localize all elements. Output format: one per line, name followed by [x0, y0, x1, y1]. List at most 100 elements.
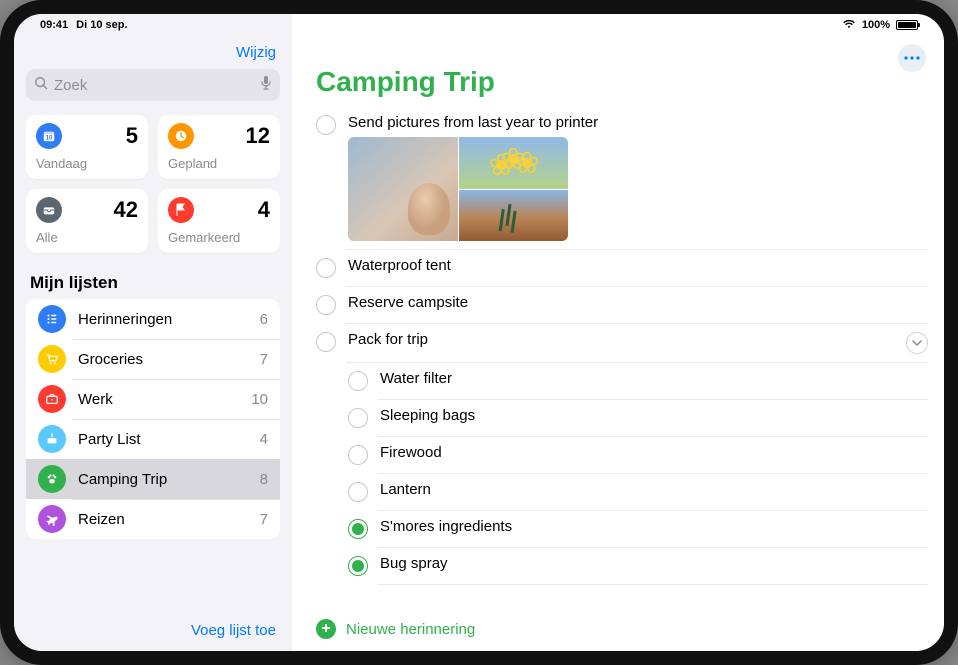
battery-icon [896, 20, 918, 30]
card-count: 4 [258, 197, 270, 223]
card-label: Vandaag [36, 156, 138, 171]
reminder-checkbox[interactable] [316, 115, 336, 135]
my-lists-header: Mijn lijsten [14, 267, 292, 299]
reminder-title: Bug spray [380, 555, 928, 572]
wifi-icon [842, 19, 856, 32]
list-count: 7 [260, 511, 268, 528]
user-lists: Herinneringen 6 Groceries 7 Werk 10 Part… [26, 299, 280, 539]
reminder-title: Send pictures from last year to printer [348, 114, 928, 131]
reminder-item[interactable]: Send pictures from last year to printer [292, 106, 944, 249]
reminder-title: Firewood [380, 444, 928, 461]
calendar-icon: 10 [36, 123, 62, 149]
list-row-camping[interactable]: Camping Trip 8 [26, 459, 280, 499]
list-count: 8 [260, 471, 268, 488]
list-icon [38, 305, 66, 333]
reminder-title: Lantern [380, 481, 928, 498]
list-name: Party List [78, 431, 248, 448]
reminder-checkbox[interactable] [348, 371, 368, 391]
attachment-image[interactable] [348, 137, 458, 241]
battery-percent: 100% [862, 19, 890, 31]
add-list-button[interactable]: Voeg lijst toe [191, 622, 276, 639]
card-label: Alle [36, 230, 138, 245]
reminder-checkbox[interactable] [316, 295, 336, 315]
list-name: Herinneringen [78, 311, 248, 328]
list-count: 7 [260, 351, 268, 368]
reminder-item[interactable]: Water filter [292, 362, 944, 399]
chevron-down-icon[interactable] [906, 332, 928, 354]
reminder-checkbox[interactable] [348, 408, 368, 428]
list-row-herinneringen[interactable]: Herinneringen 6 [26, 299, 280, 339]
reminder-item[interactable]: Bug spray [292, 547, 944, 584]
list-count: 6 [260, 311, 268, 328]
list-name: Werk [78, 391, 239, 408]
more-button[interactable] [898, 44, 926, 72]
svg-text:10: 10 [46, 135, 53, 142]
reminder-item[interactable]: Firewood [292, 436, 944, 473]
reminders-list: Send pictures from last year to printer … [292, 106, 944, 609]
paw-icon [38, 465, 66, 493]
card-label: Gepland [168, 156, 270, 171]
reminder-item[interactable]: Waterproof tent [292, 249, 944, 286]
list-row-groceries[interactable]: Groceries 7 [26, 339, 280, 379]
smart-card-vandaag[interactable]: 10 5 Vandaag [26, 115, 148, 179]
main-panel: Camping Trip Send pictures from last yea… [292, 14, 944, 651]
smart-card-alle[interactable]: 42 Alle [26, 189, 148, 253]
reminder-item[interactable]: Pack for trip [292, 323, 944, 362]
mic-icon[interactable] [260, 75, 272, 95]
reminder-checkbox[interactable] [348, 482, 368, 502]
search-field[interactable] [26, 69, 280, 101]
reminder-item[interactable]: Sleeping bags [292, 399, 944, 436]
reminder-title: Water filter [380, 370, 928, 387]
list-name: Camping Trip [78, 471, 248, 488]
search-input[interactable] [54, 77, 254, 94]
attachment-image[interactable] [459, 137, 569, 189]
reminder-title: Sleeping bags [380, 407, 928, 424]
status-time: 09:41 [40, 19, 68, 31]
flag-icon [168, 197, 194, 223]
new-reminder-label: Nieuwe herinnering [346, 621, 475, 638]
list-row-party[interactable]: Party List 4 [26, 419, 280, 459]
reminder-item[interactable]: Reserve campsite [292, 286, 944, 323]
reminder-item[interactable]: Lantern [292, 473, 944, 510]
plus-icon: + [316, 619, 336, 639]
sidebar: Wijzig 10 5 Vandaag 12 Gepland 4 [14, 14, 292, 651]
plane-icon [38, 505, 66, 533]
cart-icon [38, 345, 66, 373]
reminder-checkbox[interactable] [348, 445, 368, 465]
reminder-checkbox[interactable] [316, 332, 336, 352]
smart-card-gepland[interactable]: 12 Gepland [158, 115, 280, 179]
reminder-item[interactable]: S'mores ingredients [292, 510, 944, 547]
edit-button[interactable]: Wijzig [236, 44, 276, 61]
smart-list-cards: 10 5 Vandaag 12 Gepland 42 Alle 4 Gemark… [14, 115, 292, 267]
reminder-title: S'mores ingredients [380, 518, 928, 535]
reminder-checkbox[interactable] [316, 258, 336, 278]
smart-card-gemarkeerd[interactable]: 4 Gemarkeerd [158, 189, 280, 253]
reminder-title: Waterproof tent [348, 257, 928, 274]
clock-icon [168, 123, 194, 149]
card-label: Gemarkeerd [168, 230, 270, 245]
reminder-title: Pack for trip [348, 331, 894, 348]
reminder-checkbox[interactable] [348, 519, 368, 539]
card-count: 42 [114, 197, 138, 223]
card-count: 5 [126, 123, 138, 149]
reminder-attachments[interactable] [348, 137, 568, 241]
list-name: Reizen [78, 511, 248, 528]
list-row-werk[interactable]: Werk 10 [26, 379, 280, 419]
screen: 09:41 Di 10 sep. 100% Wijzig [14, 14, 944, 651]
ipad-device-frame: 09:41 Di 10 sep. 100% Wijzig [0, 0, 958, 665]
reminder-checkbox[interactable] [348, 556, 368, 576]
cake-icon [38, 425, 66, 453]
status-date: Di 10 sep. [76, 19, 127, 31]
list-count: 10 [251, 391, 268, 408]
search-icon [34, 76, 48, 94]
new-reminder-button[interactable]: + Nieuwe herinnering [292, 609, 944, 651]
list-count: 4 [260, 431, 268, 448]
inbox-icon [36, 197, 62, 223]
reminder-title: Reserve campsite [348, 294, 928, 311]
list-title: Camping Trip [292, 50, 944, 106]
attachment-image[interactable] [459, 190, 569, 242]
list-name: Groceries [78, 351, 248, 368]
status-bar: 09:41 Di 10 sep. 100% [14, 14, 944, 36]
list-row-reizen[interactable]: Reizen 7 [26, 499, 280, 539]
briefcase-icon [38, 385, 66, 413]
